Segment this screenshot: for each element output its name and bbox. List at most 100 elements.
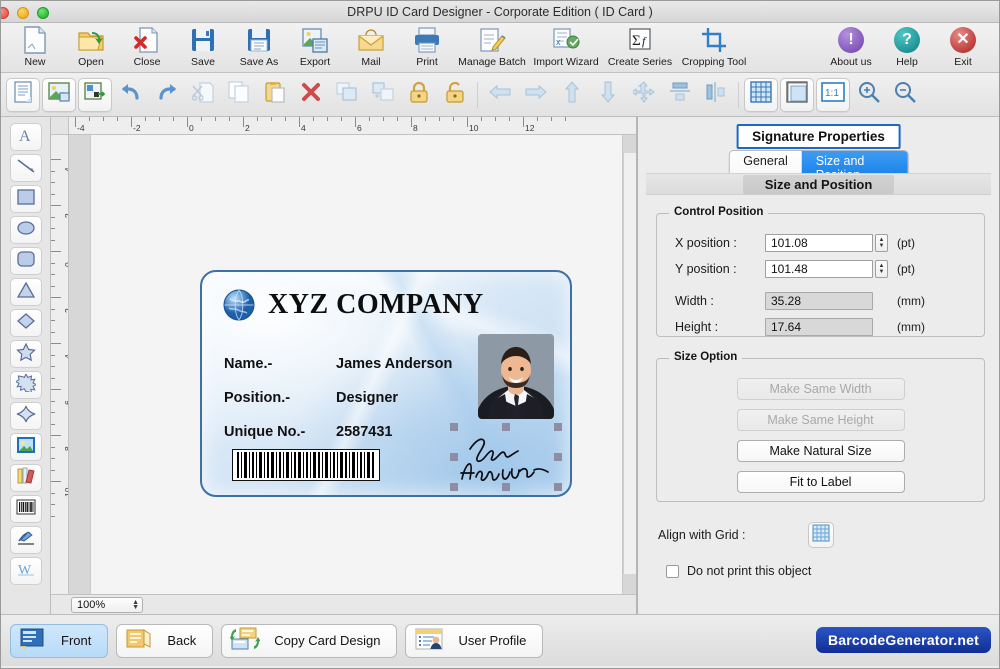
make-same-height-button[interactable]: Make Same Height (736, 409, 905, 431)
align-bottom-button[interactable] (591, 78, 625, 112)
rounded-rectangle-tool-button[interactable] (9, 247, 42, 275)
delete-button[interactable] (294, 78, 328, 112)
rectangle-tool-button[interactable] (9, 185, 42, 213)
page-sheet[interactable]: XYZ COMPANY Name.- James Anderson Positi… (91, 135, 622, 594)
close-button[interactable]: Close (119, 25, 175, 73)
make-same-width-button[interactable]: Make Same Width (736, 378, 905, 400)
handle-top-left[interactable] (450, 423, 458, 431)
export-button[interactable]: Export (287, 25, 343, 73)
vertical-ruler[interactable]: -4-20246810 (51, 135, 69, 594)
distribute-vertical-button[interactable] (663, 78, 697, 112)
front-button[interactable]: Front (10, 623, 109, 658)
handle-middle-right[interactable] (554, 453, 562, 461)
minimize-window-button[interactable] (17, 7, 29, 19)
group-button[interactable] (330, 78, 364, 112)
employee-photo[interactable] (478, 334, 554, 419)
brand-badge[interactable]: BarcodeGenerator.net (815, 627, 991, 653)
ruler-minor-tick (257, 117, 258, 121)
design-canvas[interactable]: XYZ COMPANY Name.- James Anderson Positi… (69, 135, 636, 594)
lock-button[interactable] (402, 78, 436, 112)
align-right-button[interactable] (519, 78, 553, 112)
cropping-tool-button[interactable]: Cropping Tool (677, 25, 751, 73)
height-input[interactable]: 17.64 (765, 318, 873, 336)
x-position-stepper[interactable]: ▲ ▼ (875, 234, 888, 252)
cut-button[interactable] (186, 78, 220, 112)
signature-tool-button[interactable] (9, 526, 42, 554)
y-position-input[interactable]: 101.48 (765, 260, 873, 278)
horizontal-ruler[interactable]: -4 -2 0 2 4 6 8 10 12 (69, 117, 636, 135)
copy-card-design-button[interactable]: Copy Card Design (221, 623, 398, 658)
new-button[interactable]: New (7, 25, 63, 73)
handle-top-center[interactable] (502, 423, 510, 431)
save-button[interactable]: Save (175, 25, 231, 73)
open-button[interactable]: Open (63, 25, 119, 73)
align-left-button[interactable] (483, 78, 517, 112)
undo-button[interactable] (114, 78, 148, 112)
width-input[interactable]: 35.28 (765, 292, 873, 310)
zoom-in-button[interactable] (852, 78, 886, 112)
barcode[interactable] (232, 449, 380, 481)
distribute-horizontal-button[interactable] (699, 78, 733, 112)
ungroup-button[interactable] (366, 78, 400, 112)
zoom-out-button[interactable] (888, 78, 922, 112)
ruler-minor-tick (551, 117, 552, 121)
create-series-button[interactable]: Σf Create Series (603, 25, 677, 73)
handle-middle-left[interactable] (450, 453, 458, 461)
canvas-vertical-scrollbar[interactable] (623, 153, 636, 574)
align-top-button[interactable] (555, 78, 589, 112)
save-as-button[interactable]: Save As (231, 25, 287, 73)
four-point-star-tool-button[interactable] (9, 402, 42, 430)
align-center-button[interactable] (627, 78, 661, 112)
show-grid-button[interactable] (744, 77, 778, 112)
handle-bottom-center[interactable] (502, 483, 510, 491)
x-position-input[interactable]: 101.08 (765, 234, 873, 252)
do-not-print-row[interactable]: Do not print this object (666, 564, 811, 578)
ellipse-tool-button[interactable] (9, 216, 42, 244)
actual-size-button[interactable]: 1:1 (816, 77, 850, 112)
redo-button[interactable] (150, 78, 184, 112)
paste-button[interactable] (258, 78, 292, 112)
app-window: DRPU ID Card Designer - Corporate Editio… (0, 0, 1000, 669)
watermark-tool-button[interactable]: W (9, 557, 42, 585)
burst-tool-button[interactable] (9, 371, 42, 399)
selection-handles[interactable] (450, 423, 562, 491)
manage-batch-button[interactable]: Manage Batch (455, 25, 529, 73)
y-position-stepper[interactable]: ▲ ▼ (875, 260, 888, 278)
export-image-button[interactable] (78, 77, 112, 112)
fit-to-label-button[interactable]: Fit to Label (736, 471, 905, 493)
make-natural-size-button[interactable]: Make Natural Size (736, 440, 905, 462)
handle-bottom-right[interactable] (554, 483, 562, 491)
properties-icon-button[interactable] (6, 77, 40, 112)
window-controls (1, 7, 49, 19)
text-tool-button[interactable]: A (9, 123, 42, 151)
zoom-level-select[interactable]: 100% ▲ ▼ (71, 596, 143, 613)
triangle-tool-button[interactable] (9, 278, 42, 306)
barcode-tool-button[interactable] (9, 495, 42, 523)
rounded-rectangle-tool-icon (16, 250, 36, 272)
image-tool-button[interactable] (9, 433, 42, 461)
import-wizard-button[interactable]: x Import Wizard (529, 25, 603, 73)
background-image-button[interactable] (42, 77, 76, 112)
handle-top-right[interactable] (554, 423, 562, 431)
zoom-window-button[interactable] (37, 7, 49, 19)
align-with-grid-button[interactable] (807, 522, 834, 548)
back-button[interactable]: Back (116, 623, 214, 658)
print-button[interactable]: Print (399, 25, 455, 73)
id-card[interactable]: XYZ COMPANY Name.- James Anderson Positi… (200, 270, 572, 497)
mail-button[interactable]: Mail (343, 25, 399, 73)
library-tool-button[interactable] (9, 464, 42, 492)
handle-bottom-left[interactable] (450, 483, 458, 491)
ruler-minor-tick (509, 117, 510, 121)
exit-button[interactable]: ✕ Exit (935, 25, 991, 73)
page-setup-button[interactable] (780, 77, 814, 112)
close-window-button[interactable] (1, 7, 9, 19)
copy-button[interactable] (222, 78, 256, 112)
unlock-button[interactable] (438, 78, 472, 112)
diamond-tool-button[interactable] (9, 309, 42, 337)
user-profile-button[interactable]: User Profile (405, 623, 544, 658)
do-not-print-checkbox[interactable] (666, 564, 679, 578)
line-tool-button[interactable] (9, 154, 42, 182)
help-button[interactable]: ? Help (879, 25, 935, 73)
about-us-button[interactable]: ! About us (823, 25, 879, 73)
star-tool-button[interactable] (9, 340, 42, 368)
